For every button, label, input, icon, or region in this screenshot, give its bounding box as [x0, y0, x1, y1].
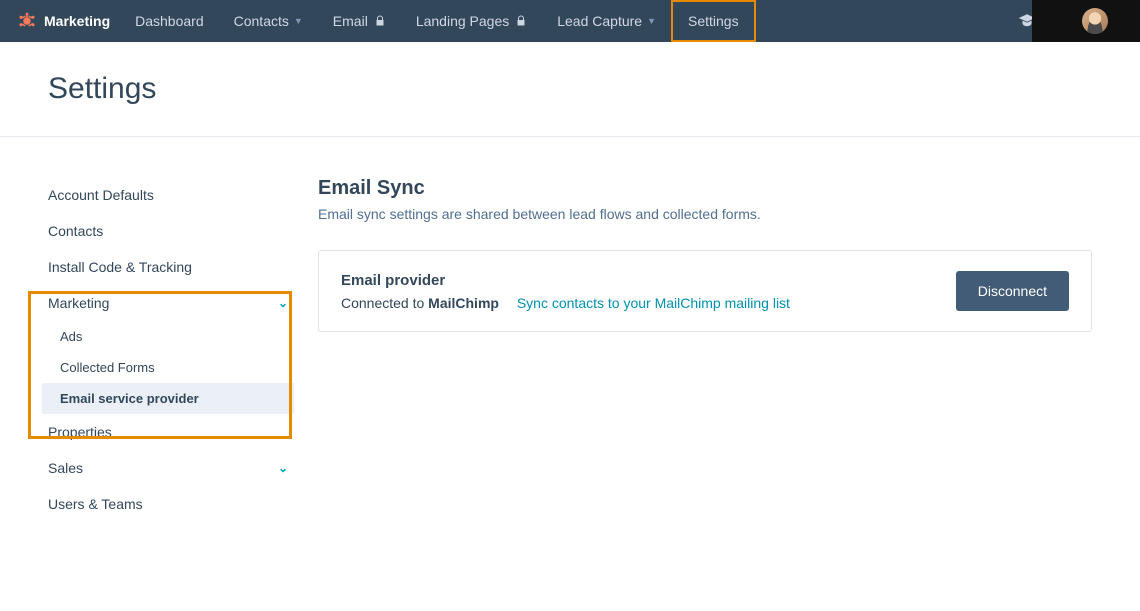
lock-icon: [374, 15, 386, 27]
nav-contacts[interactable]: Contacts▼: [219, 0, 318, 42]
nav-email[interactable]: Email: [318, 0, 401, 42]
sidebar-item-users-teams[interactable]: Users & Teams: [38, 486, 298, 522]
brand-label: Marketing: [44, 13, 110, 29]
avatar-icon: [1082, 8, 1108, 34]
nav-landing-pages[interactable]: Landing Pages: [401, 0, 542, 42]
sidebar-item-install-code[interactable]: Install Code & Tracking: [38, 249, 298, 285]
sidebar-subitem-ads[interactable]: Ads: [38, 321, 298, 352]
chevron-down-icon: ⌄: [278, 461, 288, 475]
nav-settings[interactable]: Settings: [671, 0, 756, 42]
settings-sidebar: Account Defaults Contacts Install Code &…: [38, 177, 298, 522]
sync-contacts-link[interactable]: Sync contacts to your MailChimp mailing …: [517, 295, 790, 311]
sidebar-subitem-collected-forms[interactable]: Collected Forms: [38, 352, 298, 383]
sidebar-item-properties[interactable]: Properties: [38, 414, 298, 450]
navbar-left: Marketing Dashboard Contacts▼ Email Land…: [8, 0, 756, 42]
page-header: Settings: [0, 42, 1140, 136]
disconnect-button[interactable]: Disconnect: [956, 271, 1069, 311]
chevron-down-icon: ▼: [294, 16, 303, 26]
sidebar-subitem-email-service-provider[interactable]: Email service provider: [42, 383, 294, 414]
connected-prefix: Connected to: [341, 295, 428, 311]
hubspot-sprocket-icon: [18, 12, 36, 30]
content-area: Email Sync Email sync settings are share…: [298, 177, 1092, 522]
top-navbar: Marketing Dashboard Contacts▼ Email Land…: [0, 0, 1140, 42]
sidebar-item-contacts[interactable]: Contacts: [38, 213, 298, 249]
brand-logo[interactable]: Marketing: [8, 0, 120, 42]
sidebar-item-marketing[interactable]: Marketing ⌄: [38, 285, 298, 321]
chevron-down-icon: ▼: [647, 16, 656, 26]
section-subtitle: Email sync settings are shared between l…: [318, 206, 1092, 222]
sidebar-item-sales[interactable]: Sales ⌄: [38, 450, 298, 486]
provider-name: MailChimp: [428, 295, 499, 311]
nav-lead-capture[interactable]: Lead Capture▼: [542, 0, 671, 42]
email-provider-card: Email provider Connected to MailChimp Sy…: [318, 250, 1092, 332]
main-area: Account Defaults Contacts Install Code &…: [0, 137, 1140, 522]
card-title: Email provider: [341, 272, 790, 289]
chevron-down-icon: ⌄: [278, 296, 288, 310]
card-status-line: Connected to MailChimp Sync contacts to …: [341, 295, 790, 311]
page-title: Settings: [48, 72, 1092, 106]
section-title: Email Sync: [318, 177, 1092, 200]
nav-dashboard[interactable]: Dashboard: [120, 0, 219, 42]
card-body: Email provider Connected to MailChimp Sy…: [341, 272, 790, 311]
lock-icon: [515, 15, 527, 27]
sidebar-item-account-defaults[interactable]: Account Defaults: [38, 177, 298, 213]
